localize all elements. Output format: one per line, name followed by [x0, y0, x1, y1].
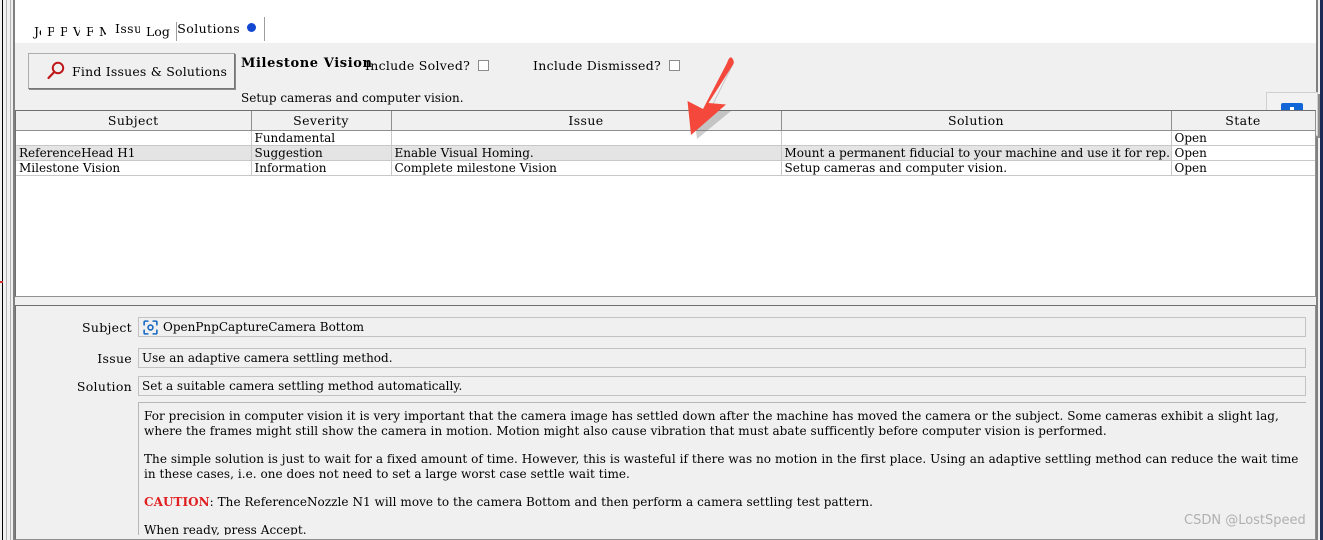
cell-issue[interactable]: Use an adaptive camera settling method. [391, 130, 782, 146]
main-tab-bar[interactable]: JobPartsPackagesVisionFeedersMachine Set… [15, 17, 1316, 43]
issue-description-text[interactable]: For precision in computer vision it is v… [138, 402, 1306, 535]
camera-icon [143, 319, 158, 335]
tab-issues-solutions[interactable]: Issues & Solutions [106, 17, 266, 41]
detail-issue-value: Use an adaptive camera settling method. [142, 351, 393, 365]
cell-issue[interactable]: Complete milestone Vision [391, 160, 782, 176]
detail-subject-value: OpenPnpCaptureCamera Bottom [163, 320, 365, 334]
cell-issue[interactable]: Enable Visual Homing. [391, 145, 782, 161]
cell-subject[interactable]: OpenPnpCaptureCamera Bottom [16, 130, 252, 146]
include-dismissed-label: Include Dismissed? [533, 58, 662, 73]
detail-subject-label: Subject [81, 319, 132, 335]
table-row[interactable]: Milestone Vision Information Complete mi… [16, 160, 1315, 176]
cell-state[interactable]: Open [1171, 130, 1315, 146]
cell-solution[interactable]: Mount a permanent fiducial to your machi… [781, 145, 1172, 161]
detail-subject-row: Subject OpenPnpCaptureCamera Bottom [16, 316, 1315, 338]
milestone-title: Milestone Vision [241, 56, 373, 71]
detail-subject-field[interactable]: OpenPnpCaptureCamera Bottom [138, 317, 1306, 337]
caution-body: : The ReferenceNozzle N1 will move to th… [209, 495, 873, 509]
issues-table-header-row: Subject Severity Issue Solution State [16, 111, 1315, 131]
description-paragraph-4: When ready, press Accept. [144, 523, 307, 535]
column-header-state[interactable]: State [1171, 111, 1315, 131]
include-solved-group[interactable]: Include Solved? [365, 58, 490, 73]
detail-solution-field[interactable]: Set a suitable camera settling method au… [138, 376, 1306, 396]
tab-label: Log [146, 24, 170, 39]
find-button-label: Find Issues & Solutions [72, 63, 228, 79]
table-row[interactable]: OpenPnpCaptureCamera Bottom Fundamental … [16, 130, 1315, 146]
detail-issue-label: Issue [97, 350, 132, 366]
cell-subject[interactable]: Milestone Vision [16, 160, 252, 176]
column-header-issue[interactable]: Issue [391, 111, 782, 131]
detail-solution-label: Solution [76, 378, 132, 394]
left-red-marker [0, 281, 3, 283]
issues-toolbar: Find Issues & Solutions Milestone Vision… [15, 43, 1318, 136]
tab-log[interactable]: Log [140, 22, 177, 41]
detail-issue-row: Issue Use an adaptive camera settling me… [16, 347, 1315, 369]
window-top-strip [15, 0, 1316, 18]
include-dismissed-group[interactable]: Include Dismissed? [533, 58, 681, 73]
watermark: CSDN @LostSpeed [1184, 513, 1306, 528]
tab-label: Issues & Solutions [115, 21, 241, 36]
milestone-subtitle: Setup cameras and computer vision. [241, 91, 464, 105]
column-header-solution[interactable]: Solution [781, 111, 1172, 131]
table-row[interactable]: ReferenceHead H1 Suggestion Enable Visua… [16, 145, 1315, 161]
cell-severity[interactable]: Information [251, 160, 392, 176]
column-header-severity[interactable]: Severity [251, 111, 392, 131]
magnifier-icon [47, 61, 65, 80]
caution-label: CAUTION [144, 495, 210, 509]
cell-solution[interactable]: Set a suitable camera settling method au… [781, 130, 1172, 146]
detail-solution-row: Solution Set a suitable camera settling … [16, 375, 1315, 397]
issues-and-solutions-window: JobPartsPackagesVisionFeedersMachine Set… [0, 0, 1323, 540]
window-left-edge-2 [6, 0, 7, 540]
cell-state[interactable]: Open [1171, 145, 1315, 161]
issues-table: Subject Severity Issue Solution State Op… [16, 111, 1315, 176]
window-right-edge-1 [1316, 0, 1318, 540]
include-solved-label: Include Solved? [365, 58, 471, 73]
detail-issue-field[interactable]: Use an adaptive camera settling method. [138, 348, 1306, 368]
cell-solution[interactable]: Setup cameras and computer vision. [781, 160, 1172, 176]
detail-solution-value: Set a suitable camera settling method au… [142, 379, 463, 393]
include-solved-checkbox[interactable] [478, 60, 490, 71]
find-issues-and-solutions-button[interactable]: Find Issues & Solutions [28, 53, 235, 89]
include-dismissed-checkbox[interactable] [669, 60, 681, 71]
column-header-subject[interactable]: Subject [16, 111, 252, 131]
description-paragraph-2: The simple solution is just to wait for … [144, 452, 1299, 481]
issues-table-body: OpenPnpCaptureCamera Bottom Fundamental … [16, 130, 1315, 176]
window-left-edge-1 [2, 0, 3, 540]
description-paragraph-1: For precision in computer vision it is v… [144, 409, 1279, 438]
window-left-edge-3 [10, 0, 11, 540]
issue-detail-panel: Subject OpenPnpCaptureCamera Bottom Issu… [15, 305, 1316, 540]
issues-table-container[interactable]: Subject Severity Issue Solution State Op… [15, 110, 1316, 297]
cell-severity[interactable]: Fundamental [251, 130, 392, 146]
description-caution-paragraph: CAUTION: The ReferenceNozzle N1 will mov… [144, 495, 1302, 510]
cell-subject[interactable]: ReferenceHead H1 [16, 145, 252, 161]
tab-notification-dot [247, 23, 257, 32]
cell-severity[interactable]: Suggestion [251, 145, 392, 161]
cell-state[interactable]: Open [1171, 160, 1315, 176]
